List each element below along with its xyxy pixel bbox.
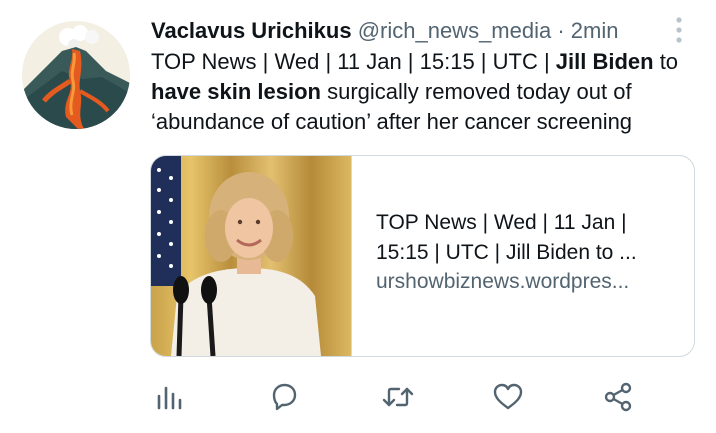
share-icon[interactable] [596,375,640,419]
link-card-image [151,156,351,356]
like-icon[interactable] [486,375,530,419]
more-vertical-icon[interactable] [670,14,688,46]
link-card-domain: urshowbiznews.wordpres... [376,270,630,293]
link-card-title: TOP News | Wed | 11 Jan | 15:15 | UTC | … [376,211,637,264]
retweet-icon[interactable] [376,375,420,419]
tweet-header: Vaclavus Urichikus @rich_news_media · 2m… [151,16,618,46]
avatar[interactable] [22,21,130,129]
card-divider [351,156,352,356]
tweet-text-part-2: to [653,49,679,74]
tweet-text-part-1: TOP News | Wed | 11 Jan | 15:15 | UTC | [151,49,556,74]
tweet-timestamp[interactable]: 2min [571,18,619,43]
link-card[interactable]: TOP News | Wed | 11 Jan | 15:15 | UTC | … [150,155,695,357]
tweet: Vaclavus Urichikus @rich_news_media · 2m… [0,0,716,433]
volcano-avatar-image [22,21,130,129]
tweet-text-bold-2: have skin lesion [151,79,321,104]
tweet-text-bold-1: Jill Biden [555,49,654,74]
reply-icon[interactable] [262,375,306,419]
author-name[interactable]: Vaclavus Urichikus [151,18,352,43]
author-handle[interactable]: @rich_news_media [358,18,552,43]
analytics-icon[interactable] [148,375,192,419]
tweet-text: TOP News | Wed | 11 Jan | 15:15 | UTC | … [151,47,711,137]
header-separator: · [557,18,565,43]
tweet-actions [0,375,716,425]
link-card-text: TOP News | Wed | 11 Jan | 15:15 | UTC | … [376,208,676,296]
